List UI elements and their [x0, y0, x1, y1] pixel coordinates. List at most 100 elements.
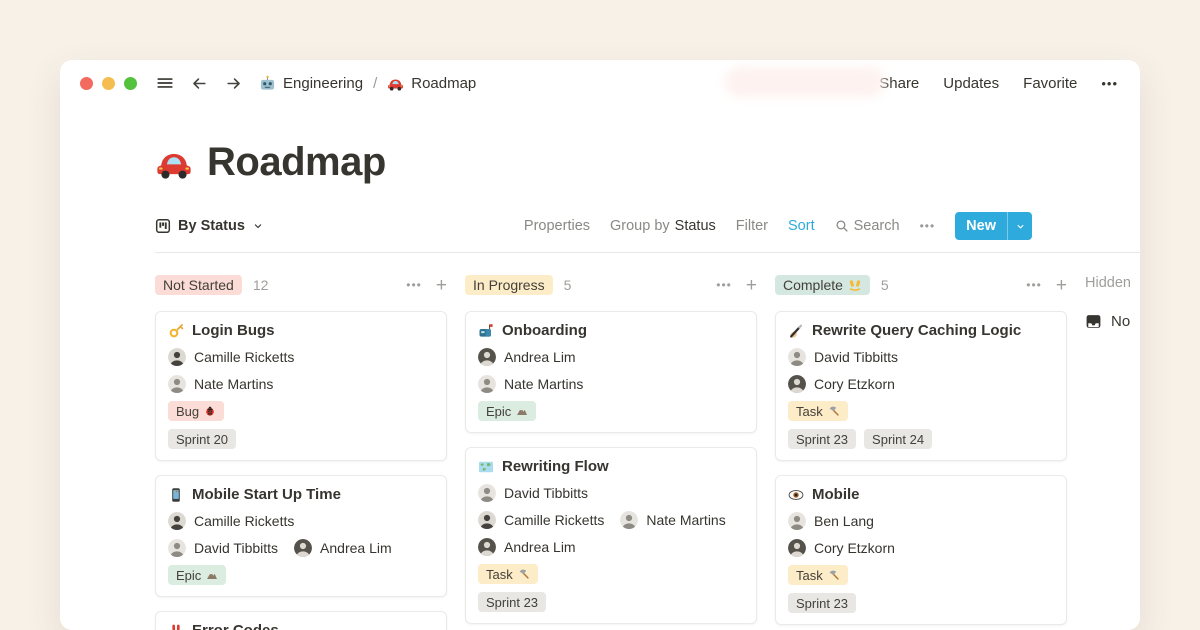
person-name: Camille Ricketts — [504, 512, 604, 528]
key-icon — [168, 323, 184, 339]
toolbar-view-options[interactable]: ••• — [920, 219, 936, 233]
column-add-button[interactable]: + — [746, 276, 757, 295]
breadcrumb-page[interactable]: Roadmap — [387, 75, 476, 92]
card-title: Onboarding — [478, 322, 744, 339]
card-tag-row: Task — [478, 564, 744, 584]
column-add-button[interactable]: + — [1056, 276, 1067, 295]
card[interactable]: Rewrite Query Caching Logic David Tibbitt… — [775, 311, 1067, 461]
new-button-label[interactable]: New — [955, 212, 1007, 240]
avatar — [168, 539, 186, 557]
column-more-button[interactable]: ••• — [406, 278, 422, 292]
card[interactable]: Rewriting FlowDavid TibbittsCamille Rick… — [465, 447, 757, 624]
tag: Bug — [168, 401, 224, 421]
column-add-button[interactable]: + — [436, 276, 447, 295]
zoom-window-button[interactable] — [124, 77, 137, 90]
card-people-row: Camille Ricketts — [168, 512, 434, 530]
sidebar-menu-icon[interactable] — [153, 71, 177, 95]
card-people-row: Cory Etzkorn — [788, 375, 1054, 393]
person: David Tibbitts — [788, 348, 898, 366]
traffic-lights — [80, 77, 137, 90]
card-title-text: Rewrite Query Caching Logic — [812, 322, 1021, 339]
new-button-dropdown[interactable] — [1007, 212, 1032, 240]
tag-label: Sprint 23 — [796, 432, 848, 447]
view-toolbar-wrap: By Status Properties Group by Status Filte… — [155, 211, 1140, 253]
person-name: Andrea Lim — [504, 539, 576, 555]
eye-icon — [788, 487, 804, 503]
person-name: Ben Lang — [814, 513, 874, 529]
board-column: In Progress5•••+OnboardingAndrea LimNate… — [465, 273, 757, 624]
card-people-row: Andrea Lim — [478, 348, 744, 366]
hidden-columns-label[interactable]: Hidden — [1085, 275, 1140, 291]
favorite-button[interactable]: Favorite — [1023, 75, 1077, 92]
page-header: Roadmap — [155, 140, 1140, 185]
tag-label: Task — [486, 567, 513, 582]
tag: Sprint 20 — [168, 429, 236, 449]
hammer-icon — [828, 405, 840, 417]
card[interactable]: Login BugsCamille RickettsNate MartinsBu… — [155, 311, 447, 461]
toolbar-properties[interactable]: Properties — [524, 218, 590, 234]
red-car-icon — [387, 75, 404, 92]
back-arrow-icon[interactable] — [187, 71, 211, 95]
app-window: Engineering / Roadmap Share Updates Favori… — [60, 60, 1140, 630]
tag: Task — [788, 401, 848, 421]
person: Nate Martins — [478, 375, 583, 393]
toolbar-filter[interactable]: Filter — [736, 218, 768, 234]
toolbar-search[interactable]: Search — [835, 218, 900, 234]
toolbar-right: Properties Group by Status Filter Sort Searc… — [524, 212, 1032, 240]
avatar — [788, 375, 806, 393]
card[interactable]: OnboardingAndrea LimNate MartinsEpic — [465, 311, 757, 433]
person: Ben Lang — [788, 512, 874, 530]
mailbox-icon — [478, 323, 494, 339]
tag-label: Task — [796, 568, 823, 583]
share-button[interactable]: Share — [879, 75, 919, 92]
hammer-icon — [518, 568, 530, 580]
breadcrumb-separator: / — [373, 75, 377, 92]
minimize-window-button[interactable] — [102, 77, 115, 90]
avatar — [168, 512, 186, 530]
tag: Task — [478, 564, 538, 584]
avatar — [478, 538, 496, 556]
board: Not Started12•••+Login BugsCamille Ricke… — [155, 273, 1140, 630]
person: Cory Etzkorn — [788, 539, 895, 557]
person-name: Andrea Lim — [504, 349, 576, 365]
more-button[interactable]: ••• — [1101, 76, 1118, 91]
tag-label: Sprint 24 — [872, 432, 924, 447]
card-people-row: Nate Martins — [478, 375, 744, 393]
toolbar-group-by-value: Status — [675, 218, 716, 234]
updates-button[interactable]: Updates — [943, 75, 999, 92]
card[interactable]: Error Codes — [155, 611, 447, 630]
view-switcher-label: By Status — [178, 218, 245, 234]
column-more-button[interactable]: ••• — [716, 278, 732, 292]
new-button[interactable]: New — [955, 212, 1032, 240]
card-title-text: Mobile Start Up Time — [192, 486, 341, 503]
card[interactable]: Mobile Start Up Time Camille Ricketts Davi… — [155, 475, 447, 597]
toolbar-sort[interactable]: Sort — [788, 218, 815, 234]
person: Andrea Lim — [478, 538, 576, 556]
close-window-button[interactable] — [80, 77, 93, 90]
board-icon — [155, 218, 171, 234]
card[interactable]: MobileBen LangCory EtzkornTaskSprint 23 — [775, 475, 1067, 625]
ladybug-icon — [204, 405, 216, 417]
hidden-group-no-status[interactable]: No — [1085, 313, 1140, 330]
toolbar-group-by[interactable]: Group by Status — [610, 218, 716, 234]
tag: Epic — [168, 565, 226, 585]
board-column: Not Started12•••+Login BugsCamille Ricke… — [155, 273, 447, 630]
column-header: Not Started12•••+ — [155, 273, 447, 297]
person: David Tibbitts — [168, 539, 278, 557]
breadcrumb-workspace[interactable]: Engineering — [259, 75, 363, 92]
forward-arrow-icon[interactable] — [221, 71, 245, 95]
tag: Task — [788, 565, 848, 585]
tag-label: Sprint 23 — [486, 595, 538, 610]
column-cards: Login BugsCamille RickettsNate MartinsBu… — [155, 311, 447, 630]
person-name: David Tibbitts — [504, 485, 588, 501]
column-status-badge: In Progress — [465, 275, 553, 295]
view-switcher[interactable]: By Status — [155, 218, 264, 234]
avatar — [478, 375, 496, 393]
person: David Tibbitts — [478, 484, 588, 502]
person-name: Cory Etzkorn — [814, 540, 895, 556]
column-more-button[interactable]: ••• — [1026, 278, 1042, 292]
redacted-blur — [725, 67, 885, 97]
red-car-icon[interactable] — [155, 144, 193, 182]
column-cards: Rewrite Query Caching Logic David Tibbitt… — [775, 311, 1067, 625]
column-status-label: Not Started — [163, 277, 234, 293]
